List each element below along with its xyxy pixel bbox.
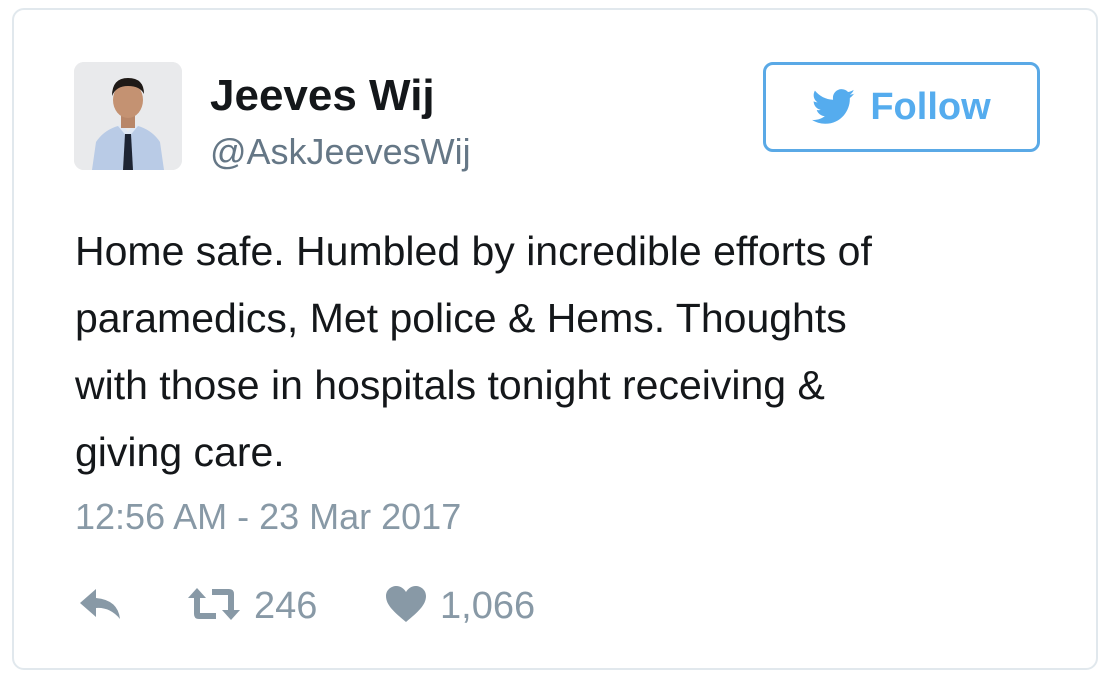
retweet-button[interactable]: 246 xyxy=(186,582,384,630)
tweet-text-line: giving care. xyxy=(75,429,285,475)
twitter-bird-icon xyxy=(812,89,856,125)
like-button[interactable]: 1,066 xyxy=(384,582,535,630)
tweet-text-line: Home safe. Humbled by incredible efforts… xyxy=(75,228,872,274)
retweet-icon xyxy=(186,586,242,627)
author-name[interactable]: Jeeves Wij xyxy=(210,70,435,122)
follow-button-label: Follow xyxy=(870,85,991,128)
retweet-count: 246 xyxy=(254,585,318,627)
follow-button[interactable]: Follow xyxy=(763,62,1040,152)
tweet-timestamp[interactable]: 12:56 AM - 23 Mar 2017 xyxy=(75,493,461,541)
avatar-image xyxy=(74,62,182,170)
tweet-text-line: with those in hospitals tonight receivin… xyxy=(75,362,825,408)
tweet-text-line: paramedics, Met police & Hems. Thoughts xyxy=(75,295,847,341)
heart-icon xyxy=(384,584,428,629)
avatar[interactable] xyxy=(74,62,182,170)
reply-button[interactable] xyxy=(78,587,186,626)
like-count: 1,066 xyxy=(440,585,536,627)
reply-icon xyxy=(78,587,124,626)
tweet-text: Home safe. Humbled by incredible efforts… xyxy=(75,218,1065,486)
tweet-actions: 246 1,066 xyxy=(78,580,535,632)
author-handle[interactable]: @AskJeevesWij xyxy=(210,130,471,174)
